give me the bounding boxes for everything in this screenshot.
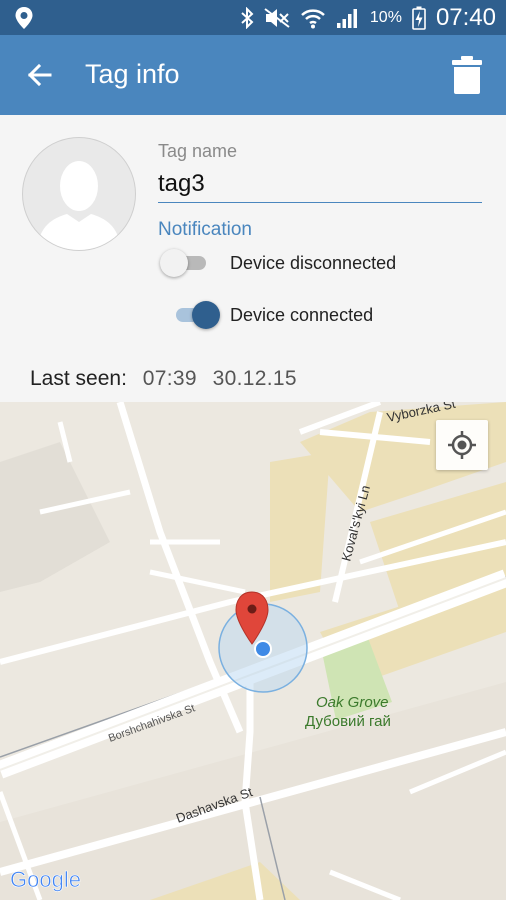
last-seen-date: 30.12.15 — [212, 367, 297, 390]
google-logo: Google — [10, 867, 81, 892]
trash-icon[interactable] — [452, 55, 482, 95]
mute-icon — [264, 7, 290, 28]
current-location-dot — [254, 640, 272, 658]
park-label-uk: Дубовий гай — [305, 713, 391, 730]
switch-thumb — [160, 249, 188, 277]
clock: 07:40 — [435, 3, 496, 31]
location-icon — [15, 7, 33, 29]
status-bar: 10% 07:40 — [0, 0, 506, 35]
device-disconnected-label: Device disconnected — [230, 253, 397, 273]
page-title: Tag info — [85, 59, 180, 89]
device-connected-label: Device connected — [230, 305, 374, 325]
tag-name-input[interactable] — [158, 166, 482, 203]
person-placeholder-icon — [37, 161, 121, 250]
my-location-icon — [448, 431, 476, 459]
battery-charging-icon — [412, 6, 426, 30]
switch-thumb — [192, 301, 220, 329]
signal-icon — [336, 8, 357, 28]
app-bar: Tag info — [0, 35, 506, 115]
bluetooth-icon — [241, 6, 254, 29]
map-canvas[interactable]: Vyborzka St Koval's'kyi Ln Borshchahivsk… — [0, 402, 506, 900]
battery-percent: 10% — [369, 8, 402, 26]
wifi-icon — [301, 8, 325, 28]
map-view[interactable]: Vyborzka St Koval's'kyi Ln Borshchahivsk… — [0, 402, 506, 900]
last-seen-time: 07:39 — [142, 367, 197, 390]
avatar[interactable] — [22, 137, 136, 251]
park-label-en: Oak Grove — [316, 694, 389, 711]
arrow-back-icon[interactable] — [22, 57, 58, 93]
device-disconnected-switch[interactable] — [160, 248, 212, 278]
my-location-button[interactable] — [436, 420, 488, 470]
last-seen-label: Last seen: — [30, 367, 127, 390]
last-seen-row: Last seen: 07:39 30.12.15 — [30, 367, 297, 391]
notification-label: Notification — [158, 219, 252, 240]
device-connected-switch[interactable] — [170, 300, 222, 330]
tag-name-label: Tag name — [158, 141, 238, 161]
